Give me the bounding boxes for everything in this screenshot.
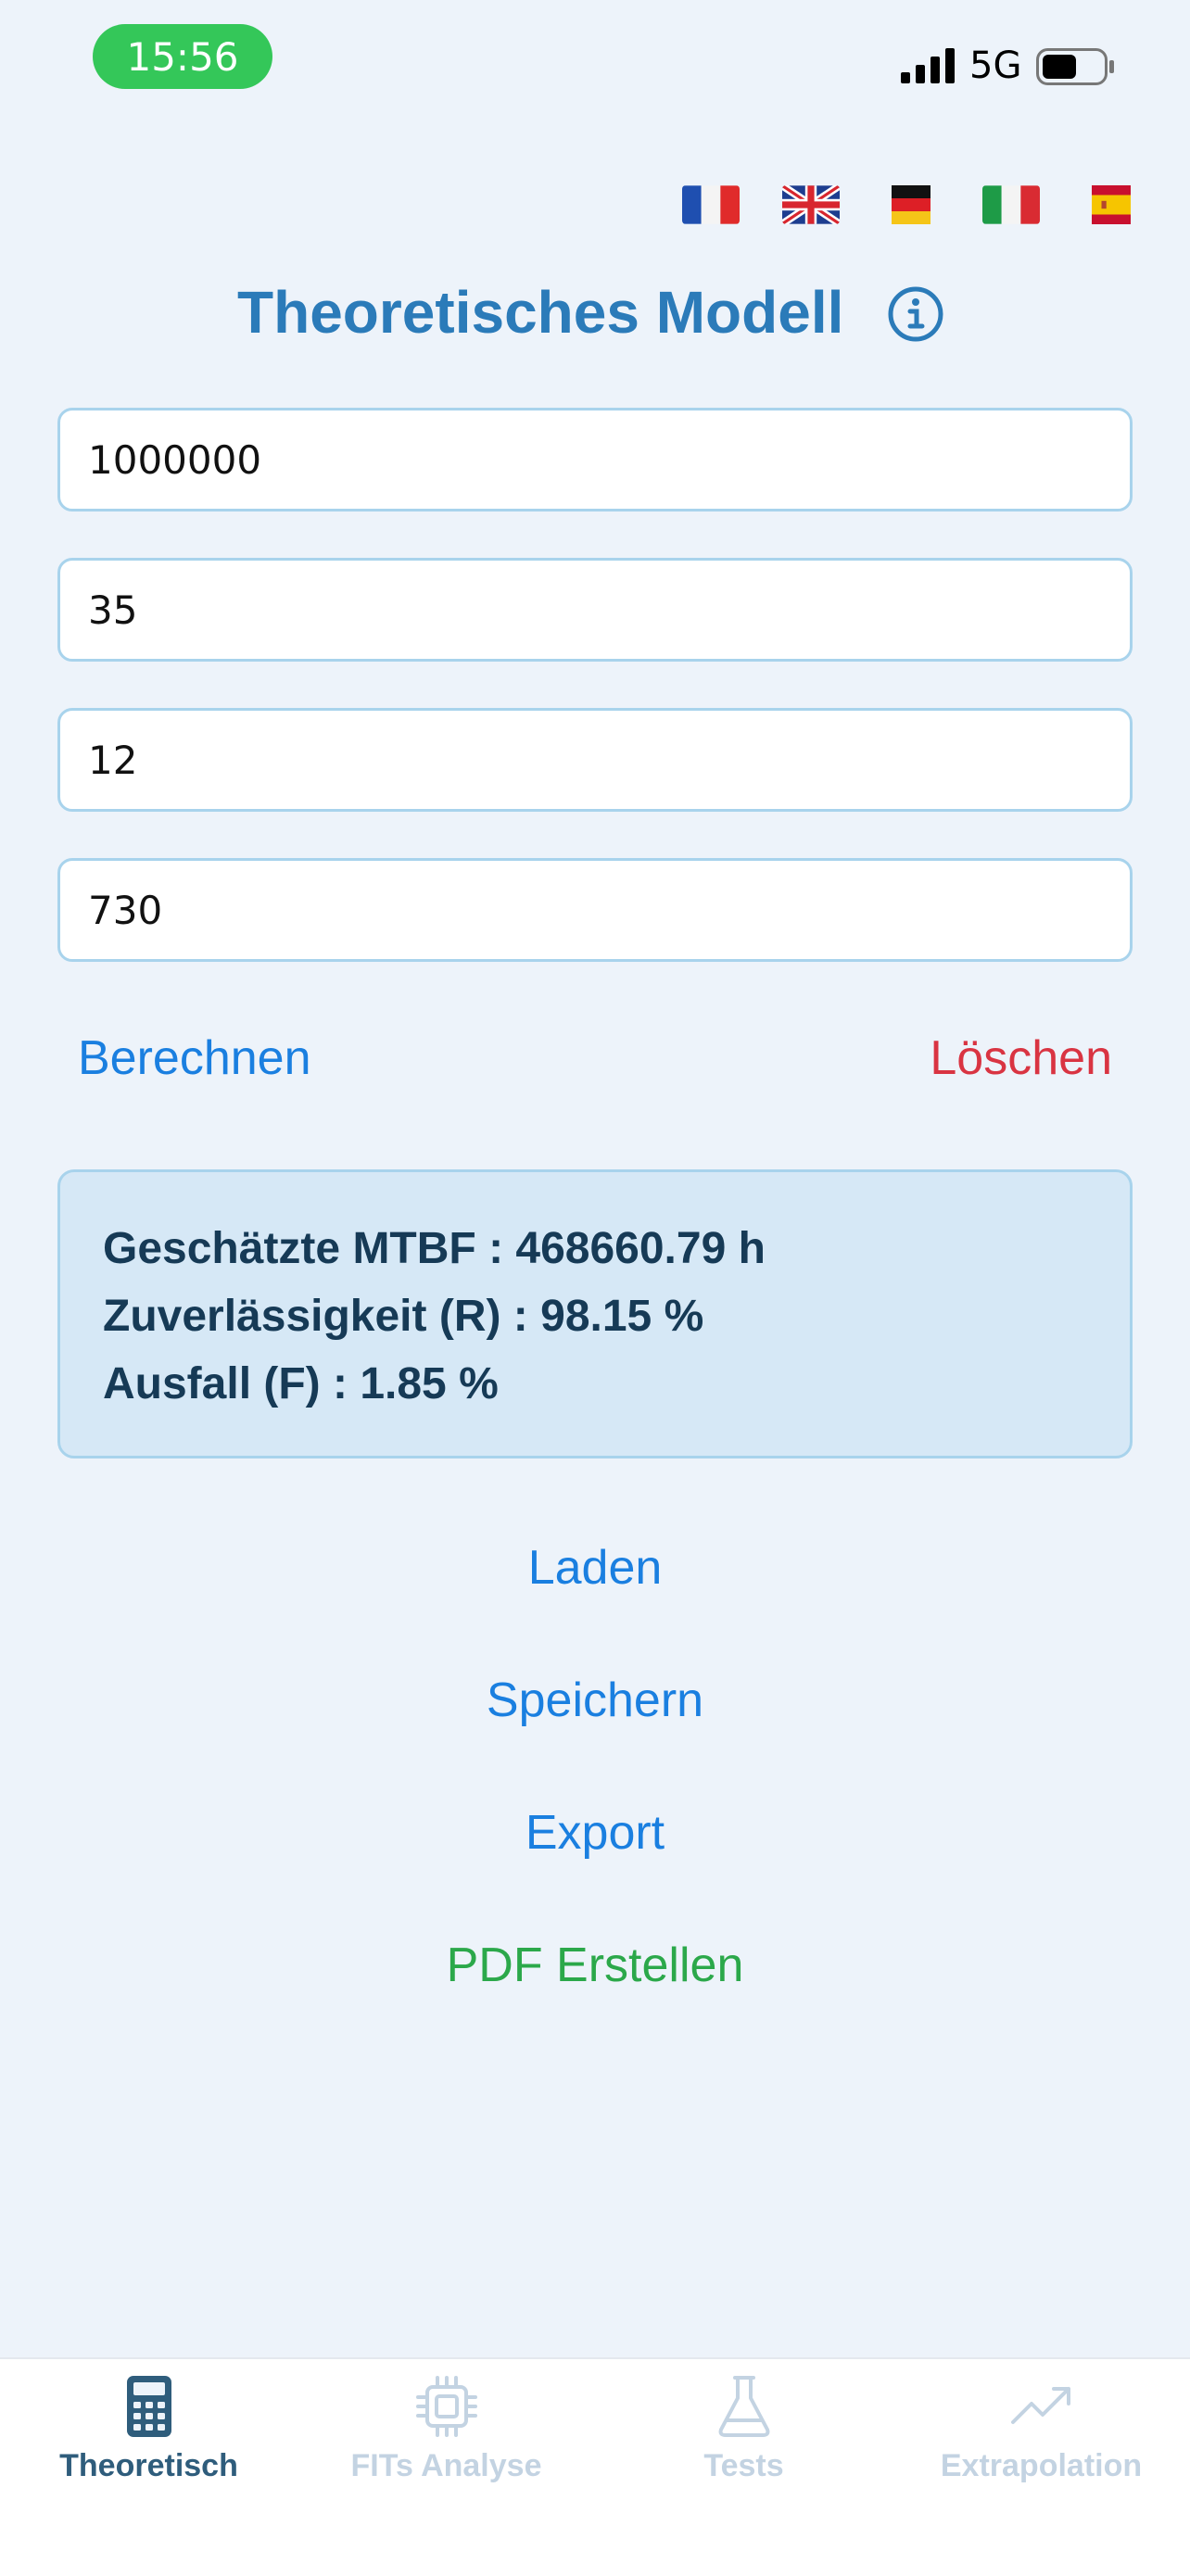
tab-extrapolation[interactable]: Extrapolation [892,2372,1190,2484]
calculate-button[interactable]: Berechnen [78,1030,311,1086]
export-button[interactable]: Export [525,1805,665,1861]
flag-uk-icon[interactable] [782,185,840,224]
input-field-1[interactable] [57,408,1133,511]
page-title: Theoretisches Modell [237,279,844,346]
failure-result: Ausfall (F) : 1.85 % [103,1359,499,1408]
input-field-2[interactable] [57,558,1133,662]
tab-label-fits: FITs Analyse [350,2448,542,2483]
tab-tests[interactable]: Tests [595,2372,892,2484]
load-button[interactable]: Laden [528,1540,663,1596]
save-button[interactable]: Speichern [487,1673,703,1728]
flag-germany-icon[interactable] [882,185,940,224]
network-type: 5G [969,44,1022,87]
tab-fits-analyse[interactable]: FITs Analyse [298,2372,595,2484]
reliability-result: Zuverlässigkeit (R) : 98.15 % [103,1292,704,1341]
tab-label-extrapolation: Extrapolation [940,2448,1143,2483]
results-panel: Geschätzte MTBF : 468660.79 h Zuverlässi… [57,1169,1133,1458]
flag-spain-icon[interactable] [1082,185,1140,224]
mtbf-result: Geschätzte MTBF : 468660.79 h [103,1224,766,1273]
info-icon[interactable] [887,285,944,343]
tab-theoretisch[interactable]: Theoretisch [0,2372,298,2484]
chip-icon [415,2376,477,2437]
clear-button[interactable]: Löschen [930,1030,1112,1086]
flag-france-icon[interactable] [682,185,740,224]
trend-up-icon [1010,2387,1070,2424]
cellular-signal-icon [901,48,955,83]
flask-icon [718,2376,769,2437]
tab-label-tests: Tests [703,2448,784,2483]
status-time: 15:56 [93,24,272,89]
create-pdf-button[interactable]: PDF Erstellen [447,1938,744,1993]
calculator-icon [126,2376,171,2437]
flag-italy-icon[interactable] [982,185,1040,224]
battery-icon [1036,48,1114,85]
input-field-3[interactable] [57,708,1133,812]
tab-label-theoretisch: Theoretisch [59,2448,238,2483]
input-field-4[interactable] [57,858,1133,962]
